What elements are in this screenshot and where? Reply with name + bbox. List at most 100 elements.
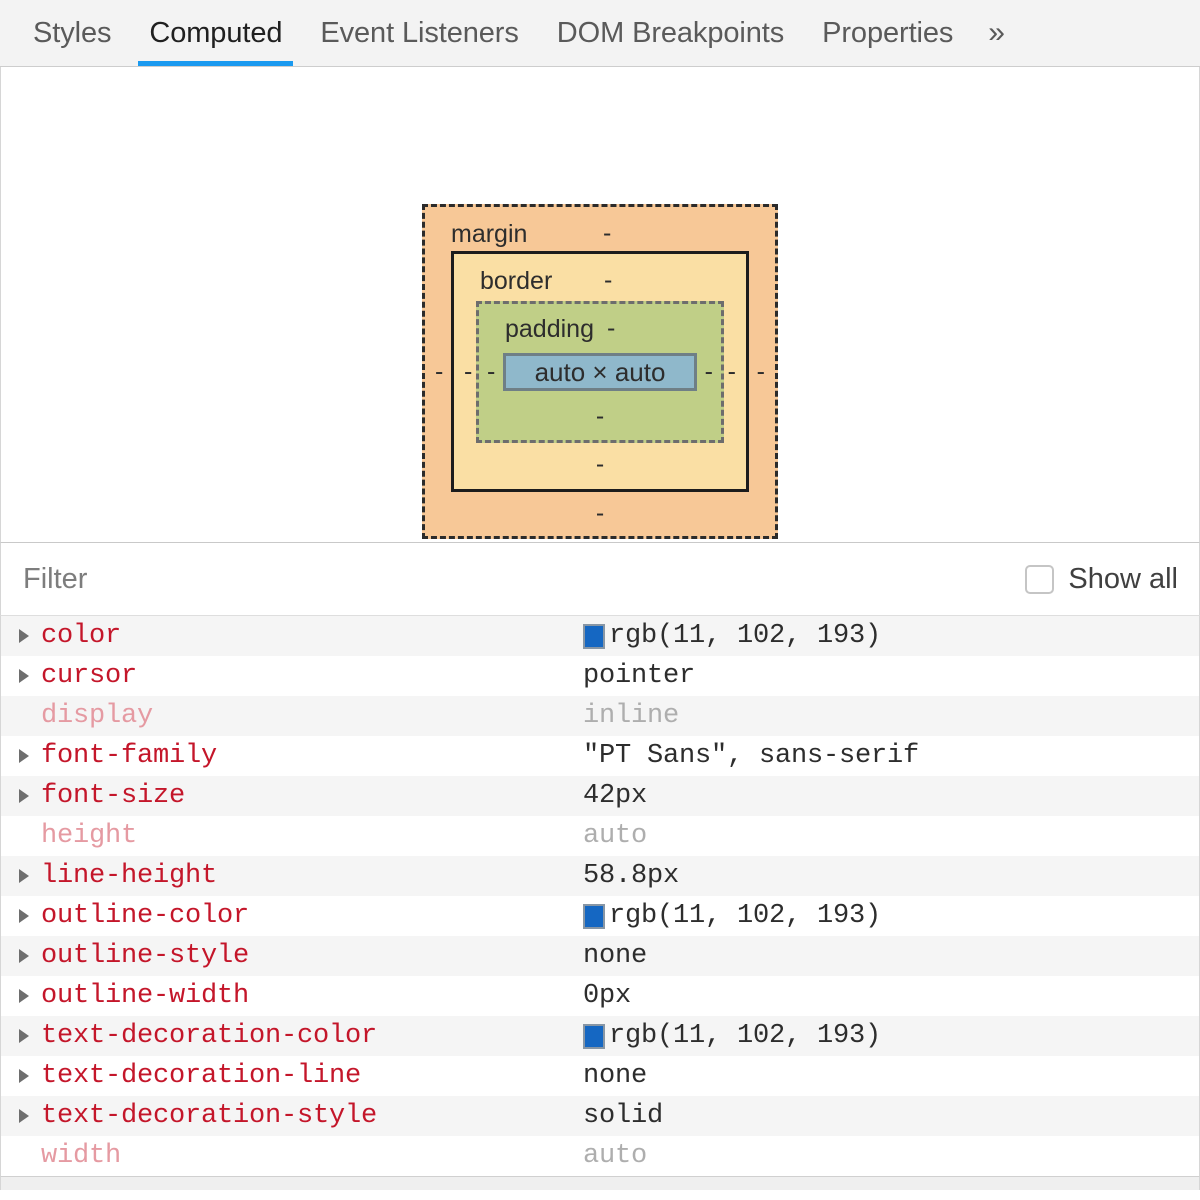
property-row[interactable]: text-decoration-line none — [1, 1056, 1199, 1096]
expand-triangle-icon[interactable] — [1, 948, 41, 964]
property-value-text: rgb(11, 102, 193) — [609, 901, 882, 931]
property-name: font-family — [41, 741, 218, 771]
property-value-text: 58.8px — [583, 861, 680, 891]
property-row[interactable]: outline-width 0px — [1, 976, 1199, 1016]
property-value-text: 0px — [583, 981, 632, 1011]
tab-styles[interactable]: Styles — [14, 0, 130, 66]
tab-label: DOM Breakpoints — [556, 16, 785, 49]
property-value-text: none — [583, 941, 648, 971]
property-row[interactable]: cursor pointer — [1, 656, 1199, 696]
tab-label: Computed — [149, 16, 283, 49]
expand-triangle-icon[interactable] — [1, 868, 41, 884]
box-model-border-top-value[interactable]: - — [604, 268, 612, 293]
tab-label: Styles — [33, 16, 112, 49]
box-model-border-right-value[interactable]: - — [728, 359, 736, 384]
expand-triangle-icon[interactable] — [1, 628, 41, 644]
property-value-text: rgb(11, 102, 193) — [609, 621, 882, 651]
property-value-text: pointer — [583, 661, 696, 691]
expand-triangle-icon[interactable] — [1, 788, 41, 804]
box-model-border-bottom-value[interactable]: - — [596, 452, 604, 477]
box-model-border-left-value[interactable]: - — [464, 359, 472, 384]
property-name: outline-width — [41, 981, 250, 1011]
box-model-padding-top-value[interactable]: - — [607, 316, 615, 341]
box-model-margin-top-value[interactable]: - — [603, 221, 611, 246]
box-model-margin-label: margin — [451, 220, 528, 248]
tab-overflow-glyph: » — [988, 16, 1005, 49]
box-model-padding-box[interactable]: padding - - - - auto × auto — [476, 301, 724, 443]
property-row[interactable]: text-decoration-style solid — [1, 1096, 1199, 1136]
property-row[interactable]: text-decoration-color rgb(11, 102, 193) — [1, 1016, 1199, 1056]
tab-computed[interactable]: Computed — [130, 0, 301, 66]
property-row[interactable]: width auto — [1, 1136, 1199, 1176]
property-value[interactable]: rgb(11, 102, 193) — [583, 621, 881, 651]
property-row[interactable]: color rgb(11, 102, 193) — [1, 616, 1199, 656]
property-value[interactable]: solid — [583, 1101, 663, 1131]
panel-tab-bar: Styles Computed Event Listeners DOM Brea… — [0, 0, 1200, 67]
property-value[interactable]: inline — [583, 701, 679, 731]
show-all-toggle[interactable]: Show all — [1025, 563, 1178, 596]
property-name: width — [41, 1141, 122, 1171]
box-model-margin-bottom-value[interactable]: - — [596, 501, 604, 526]
property-value[interactable]: auto — [583, 821, 647, 851]
expand-triangle-icon[interactable] — [1, 1068, 41, 1084]
property-name: line-height — [41, 861, 218, 891]
expand-triangle-icon[interactable] — [1, 988, 41, 1004]
expand-triangle-icon[interactable] — [1, 668, 41, 684]
property-value[interactable]: rgb(11, 102, 193) — [583, 901, 881, 931]
box-model-padding-bottom-value[interactable]: - — [596, 404, 604, 429]
tab-properties[interactable]: Properties — [803, 0, 972, 66]
expand-triangle-icon[interactable] — [1, 1108, 41, 1124]
property-value[interactable]: none — [583, 941, 647, 971]
property-row[interactable]: font-family "PT Sans", sans-serif — [1, 736, 1199, 776]
tab-dom-breakpoints[interactable]: DOM Breakpoints — [538, 0, 803, 66]
property-row[interactable]: line-height 58.8px — [1, 856, 1199, 896]
property-row[interactable]: height auto — [1, 816, 1199, 856]
property-value[interactable]: 42px — [583, 781, 647, 811]
property-value-text: none — [583, 1061, 648, 1091]
expand-triangle-icon[interactable] — [1, 748, 41, 764]
property-value[interactable]: rgb(11, 102, 193) — [583, 1021, 881, 1051]
box-model-padding-right-value[interactable]: - — [705, 359, 713, 385]
computed-styles-panel: Styles Computed Event Listeners DOM Brea… — [0, 0, 1200, 1200]
color-swatch-icon[interactable] — [583, 623, 605, 649]
box-model-pane: margin - - - - border - - - - padding - … — [0, 67, 1200, 543]
box-model-padding-label: padding — [505, 315, 594, 343]
color-swatch-icon[interactable] — [583, 1023, 605, 1049]
property-value-text: auto — [583, 1141, 648, 1171]
property-name: font-size — [41, 781, 186, 811]
chevron-double-right-icon[interactable]: » — [972, 0, 1021, 66]
property-value-text: solid — [583, 1101, 664, 1131]
property-value[interactable]: 0px — [583, 981, 631, 1011]
property-value[interactable]: "PT Sans", sans-serif — [583, 741, 919, 771]
box-model-content-box[interactable]: auto × auto — [503, 353, 697, 391]
property-row[interactable]: outline-style none — [1, 936, 1199, 976]
property-value[interactable]: auto — [583, 1141, 647, 1171]
show-all-checkbox[interactable] — [1025, 564, 1055, 594]
property-name: text-decoration-color — [41, 1021, 378, 1051]
box-model-margin-box[interactable]: margin - - - - border - - - - padding - … — [422, 204, 778, 539]
property-name: color — [41, 621, 122, 651]
property-row[interactable]: display inline — [1, 696, 1199, 736]
box-model-margin-right-value[interactable]: - — [757, 359, 765, 384]
expand-triangle-icon[interactable] — [1, 908, 41, 924]
tab-event-listeners[interactable]: Event Listeners — [301, 0, 537, 66]
property-value-text: "PT Sans", sans-serif — [583, 741, 920, 771]
box-model-padding-left-value[interactable]: - — [487, 359, 495, 385]
property-value-text: auto — [583, 821, 648, 851]
property-value[interactable]: pointer — [583, 661, 695, 691]
property-name: display — [41, 701, 154, 731]
property-value-text: inline — [583, 701, 680, 731]
color-swatch-icon[interactable] — [583, 903, 605, 929]
property-value[interactable]: 58.8px — [583, 861, 679, 891]
property-value[interactable]: none — [583, 1061, 647, 1091]
box-model-border-box[interactable]: border - - - - padding - - - - auto × au… — [451, 251, 749, 492]
property-row[interactable]: font-size 42px — [1, 776, 1199, 816]
filter-input[interactable] — [23, 559, 1026, 599]
property-value-text: rgb(11, 102, 193) — [609, 1021, 882, 1051]
tab-label: Properties — [822, 16, 954, 49]
box-model-margin-left-value[interactable]: - — [435, 359, 443, 384]
property-row[interactable]: outline-color rgb(11, 102, 193) — [1, 896, 1199, 936]
box-model-border-label: border — [480, 267, 553, 295]
computed-properties-list: color rgb(11, 102, 193) cursor pointer displ… — [0, 616, 1200, 1176]
expand-triangle-icon[interactable] — [1, 1028, 41, 1044]
